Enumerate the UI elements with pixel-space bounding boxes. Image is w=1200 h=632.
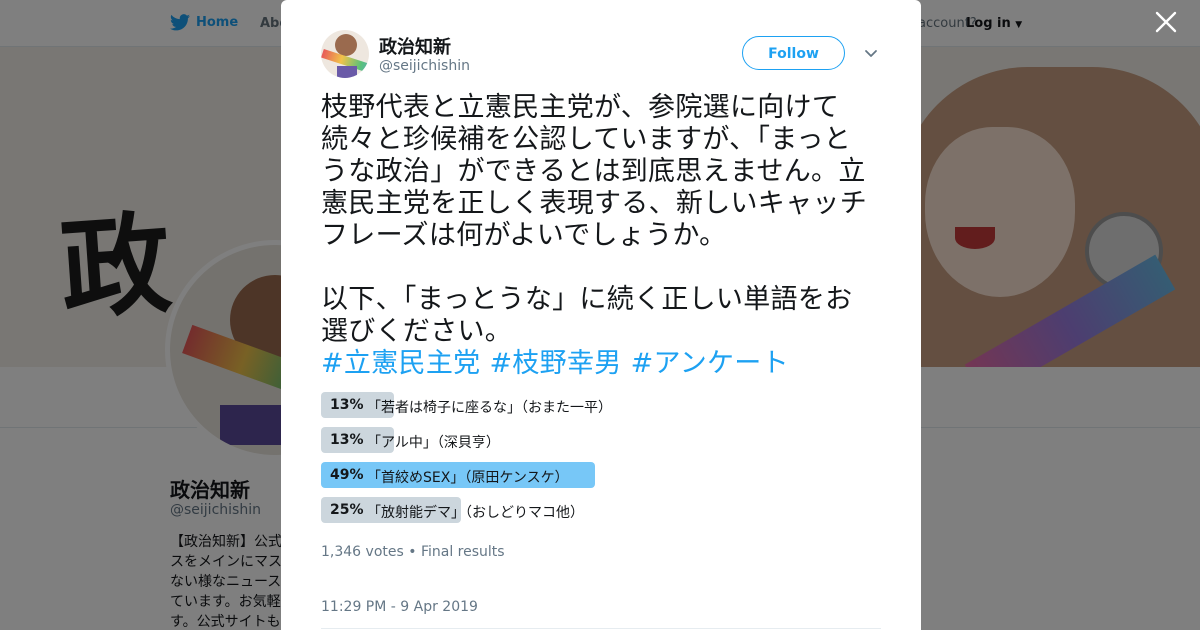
- poll-option: 13% 「アル中」（深貝亨）: [321, 427, 881, 453]
- tweet-modal: 政治知新 @seijichishin Follow 枝野代表と立憲民主党が、参院…: [281, 0, 921, 630]
- hashtag-link[interactable]: #立憲民主党: [321, 348, 480, 379]
- author-avatar-skirt: [337, 66, 357, 78]
- poll-percent: 49%: [330, 467, 364, 483]
- tweet-line: フレーズは何がよいでしょうか。: [321, 220, 727, 251]
- tweet-line: 続々と珍候補を公認していますが、「まっと: [321, 124, 852, 155]
- poll-option: 25% 「放射能デマ」（おしどりマコ他）: [321, 497, 881, 523]
- tweet-line: 枝野代表と立憲民主党が、参院選に向けて: [321, 92, 840, 123]
- tweet-line: 以下、「まっとうな」に続く正しい単語をお: [321, 284, 853, 315]
- chevron-down-icon[interactable]: [863, 45, 879, 61]
- poll-separator: •: [408, 544, 417, 560]
- hashtag-link[interactable]: #枝野幸男: [489, 348, 621, 379]
- poll: 13% 「若者は椅子に座るな」（おまた一平） 13% 「アル中」（深貝亨） 49…: [321, 392, 881, 532]
- close-icon-glyph: [1155, 11, 1177, 33]
- poll-percent: 13%: [330, 397, 364, 413]
- tweet-line: 憲民主党を正しく表現する、新しいキャッチ: [321, 188, 867, 219]
- poll-option-label: 「若者は椅子に座るな」（おまた一平）: [367, 400, 612, 416]
- close-icon[interactable]: [1152, 10, 1180, 38]
- tweet-text: 枝野代表と立憲民主党が、参院選に向けて 続々と珍候補を公認していますが、「まっと…: [321, 92, 886, 380]
- poll-option: 49% 「首絞めSEX」（原田ケンスケ）: [321, 462, 881, 488]
- author-handle[interactable]: @seijichishin: [379, 58, 470, 74]
- poll-percent: 25%: [330, 502, 364, 518]
- hashtag-list: #立憲民主党 #枝野幸男 #アンケート: [321, 348, 886, 380]
- poll-option-label: 「アル中」（深貝亨）: [367, 435, 500, 451]
- author-name[interactable]: 政治知新: [379, 33, 451, 59]
- poll-meta: 1,346 votes • Final results: [321, 544, 505, 560]
- tweet-timestamp[interactable]: 11:29 PM - 9 Apr 2019: [321, 599, 478, 615]
- poll-option: 13% 「若者は椅子に座るな」（おまた一平）: [321, 392, 881, 418]
- poll-percent: 13%: [330, 432, 364, 448]
- tweet-line: 選びください。: [321, 316, 513, 347]
- poll-option-label: 「首絞めSEX」（原田ケンスケ）: [367, 470, 569, 486]
- follow-button[interactable]: Follow: [742, 36, 845, 70]
- chevron-down-glyph: [865, 50, 877, 57]
- author-avatar[interactable]: [321, 30, 369, 78]
- divider: [321, 628, 881, 629]
- poll-option-label: 「放射能デマ」（おしどりマコ他）: [367, 505, 584, 521]
- tweet-line: うな政治」ができるとは到底思えません。立: [321, 156, 866, 187]
- poll-vote-count: 1,346 votes: [321, 544, 404, 560]
- poll-status: Final results: [420, 544, 505, 560]
- hashtag-link[interactable]: #アンケート: [631, 348, 789, 379]
